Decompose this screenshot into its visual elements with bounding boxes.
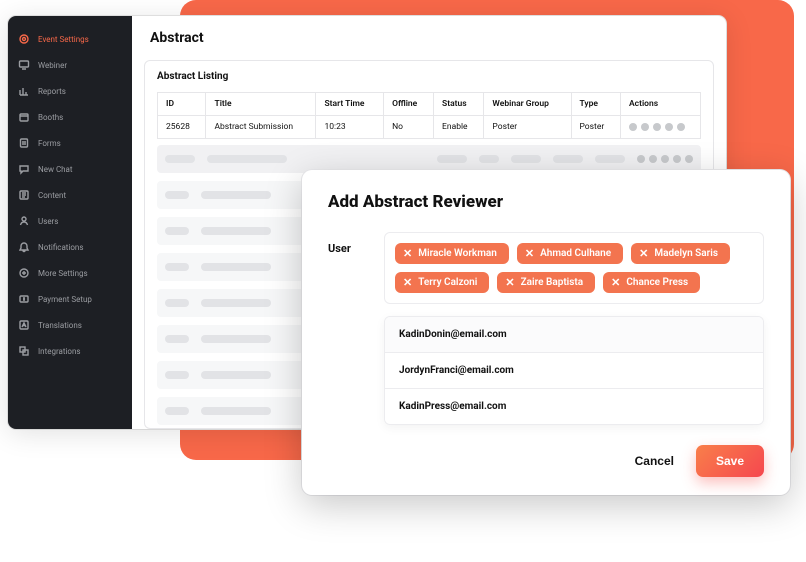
sidebar-item-integrations[interactable]: Integrations [8,338,132,364]
chip-label: Terry Calzoni [418,277,477,288]
suggestion-item[interactable]: JordynFranci@email.com [385,353,763,389]
sidebar-item-label: Content [38,191,66,200]
sidebar-item-forms[interactable]: Forms [8,130,132,156]
sidebar-item-label: Notifications [38,243,83,252]
sidebar-item-label: Integrations [38,347,81,356]
chip-label: Zaire Baptista [521,277,584,288]
col-offline: Offline [384,93,434,116]
action-dot-icon[interactable] [665,123,673,131]
chart-icon [18,85,30,97]
booth-icon [18,111,30,123]
more-icon [18,267,30,279]
action-dot-icon[interactable] [653,123,661,131]
close-icon[interactable]: ✕ [639,248,648,259]
sidebar-item-event-settings[interactable]: Event Settings [8,26,132,52]
sidebar-item-more-settings[interactable]: More Settings [8,260,132,286]
sidebar-item-label: Users [38,217,58,226]
chip-label: Madelyn Saris [654,248,718,259]
bell-icon [18,241,30,253]
save-button[interactable]: Save [696,445,764,477]
sidebar-item-label: Payment Setup [38,295,92,304]
cell-start: 10:23 [316,116,384,139]
modal-title: Add Abstract Reviewer [328,192,764,212]
suggestion-item[interactable]: KadinDonin@email.com [385,317,763,353]
col-title: Title [206,93,316,116]
table-header-row: ID Title Start Time Offline Status Webin… [158,93,701,116]
users-icon [18,215,30,227]
user-chip[interactable]: ✕ Zaire Baptista [497,272,595,293]
close-icon[interactable]: ✕ [611,277,620,288]
action-dot-icon[interactable] [629,123,637,131]
col-status: Status [434,93,484,116]
action-buttons[interactable] [629,123,692,131]
close-icon[interactable]: ✕ [525,248,534,259]
close-icon[interactable]: ✕ [505,277,514,288]
cell-offline: No [384,116,434,139]
user-chip[interactable]: ✕ Chance Press [603,272,700,293]
user-chip[interactable]: ✕ Madelyn Saris [631,243,730,264]
col-type: Type [571,93,621,116]
col-group: Webinar Group [484,93,571,116]
monitor-icon [18,59,30,71]
cell-actions [621,116,701,139]
sidebar-item-label: New Chat [38,165,73,174]
sidebar-item-new-chat[interactable]: New Chat [8,156,132,182]
user-chip[interactable]: ✕ Terry Calzoni [395,272,489,293]
ghost-row [157,145,701,173]
payment-icon [18,293,30,305]
content-icon [18,189,30,201]
sidebar-item-payment-setup[interactable]: Payment Setup [8,286,132,312]
cell-title: Abstract Submission [206,116,316,139]
sidebar-item-notifications[interactable]: Notifications [8,234,132,260]
sidebar-item-label: Reports [38,87,66,96]
user-label: User [328,232,366,255]
sidebar-item-webiner[interactable]: Webiner [8,52,132,78]
sidebar-item-reports[interactable]: Reports [8,78,132,104]
listing-title: Abstract Listing [157,71,701,82]
suggestion-list: KadinDonin@email.com JordynFranci@email.… [384,316,764,425]
sidebar-item-booths[interactable]: Booths [8,104,132,130]
user-chip-input[interactable]: ✕ Miracle Workman ✕ Ahmad Culhane ✕ Madelyn… [384,232,764,304]
user-field: User ✕ Miracle Workman ✕ Ahmad Culhane ✕ Ma… [328,232,764,304]
modal-actions: Cancel Save [328,445,764,477]
add-reviewer-modal: Add Abstract Reviewer User ✕ Miracle Work… [302,170,790,495]
sidebar-item-label: Webiner [38,61,67,70]
cell-id: 25628 [158,116,206,139]
suggestion-item[interactable]: KadinPress@email.com [385,389,763,424]
sidebar-item-label: Translations [38,321,82,330]
sidebar-item-label: More Settings [38,269,88,278]
abstract-table: ID Title Start Time Offline Status Webin… [157,92,701,139]
sidebar-item-label: Booths [38,113,63,122]
form-icon [18,137,30,149]
sidebar-item-translations[interactable]: Translations [8,312,132,338]
gear-icon [18,33,30,45]
action-dot-icon[interactable] [677,123,685,131]
chip-label: Chance Press [626,277,688,288]
cell-type: Poster [571,116,621,139]
col-id: ID [158,93,206,116]
page-title: Abstract [132,16,726,60]
sidebar: Event Settings Webiner Reports Booths Fo… [8,16,132,429]
col-start: Start Time [316,93,384,116]
user-chip[interactable]: ✕ Miracle Workman [395,243,509,264]
cell-status: Enable [434,116,484,139]
cancel-button[interactable]: Cancel [629,446,680,476]
col-actions: Actions [621,93,701,116]
sidebar-item-users[interactable]: Users [8,208,132,234]
chip-label: Ahmad Culhane [540,248,611,259]
sidebar-item-label: Event Settings [38,35,89,44]
table-row[interactable]: 25628 Abstract Submission 10:23 No Enabl… [158,116,701,139]
cell-group: Poster [484,116,571,139]
chip-label: Miracle Workman [418,248,497,259]
chat-icon [18,163,30,175]
close-icon[interactable]: ✕ [403,277,412,288]
sidebar-item-label: Forms [38,139,61,148]
user-chip[interactable]: ✕ Ahmad Culhane [517,243,623,264]
sidebar-item-content[interactable]: Content [8,182,132,208]
translate-icon [18,319,30,331]
integrations-icon [18,345,30,357]
close-icon[interactable]: ✕ [403,248,412,259]
action-dot-icon[interactable] [641,123,649,131]
